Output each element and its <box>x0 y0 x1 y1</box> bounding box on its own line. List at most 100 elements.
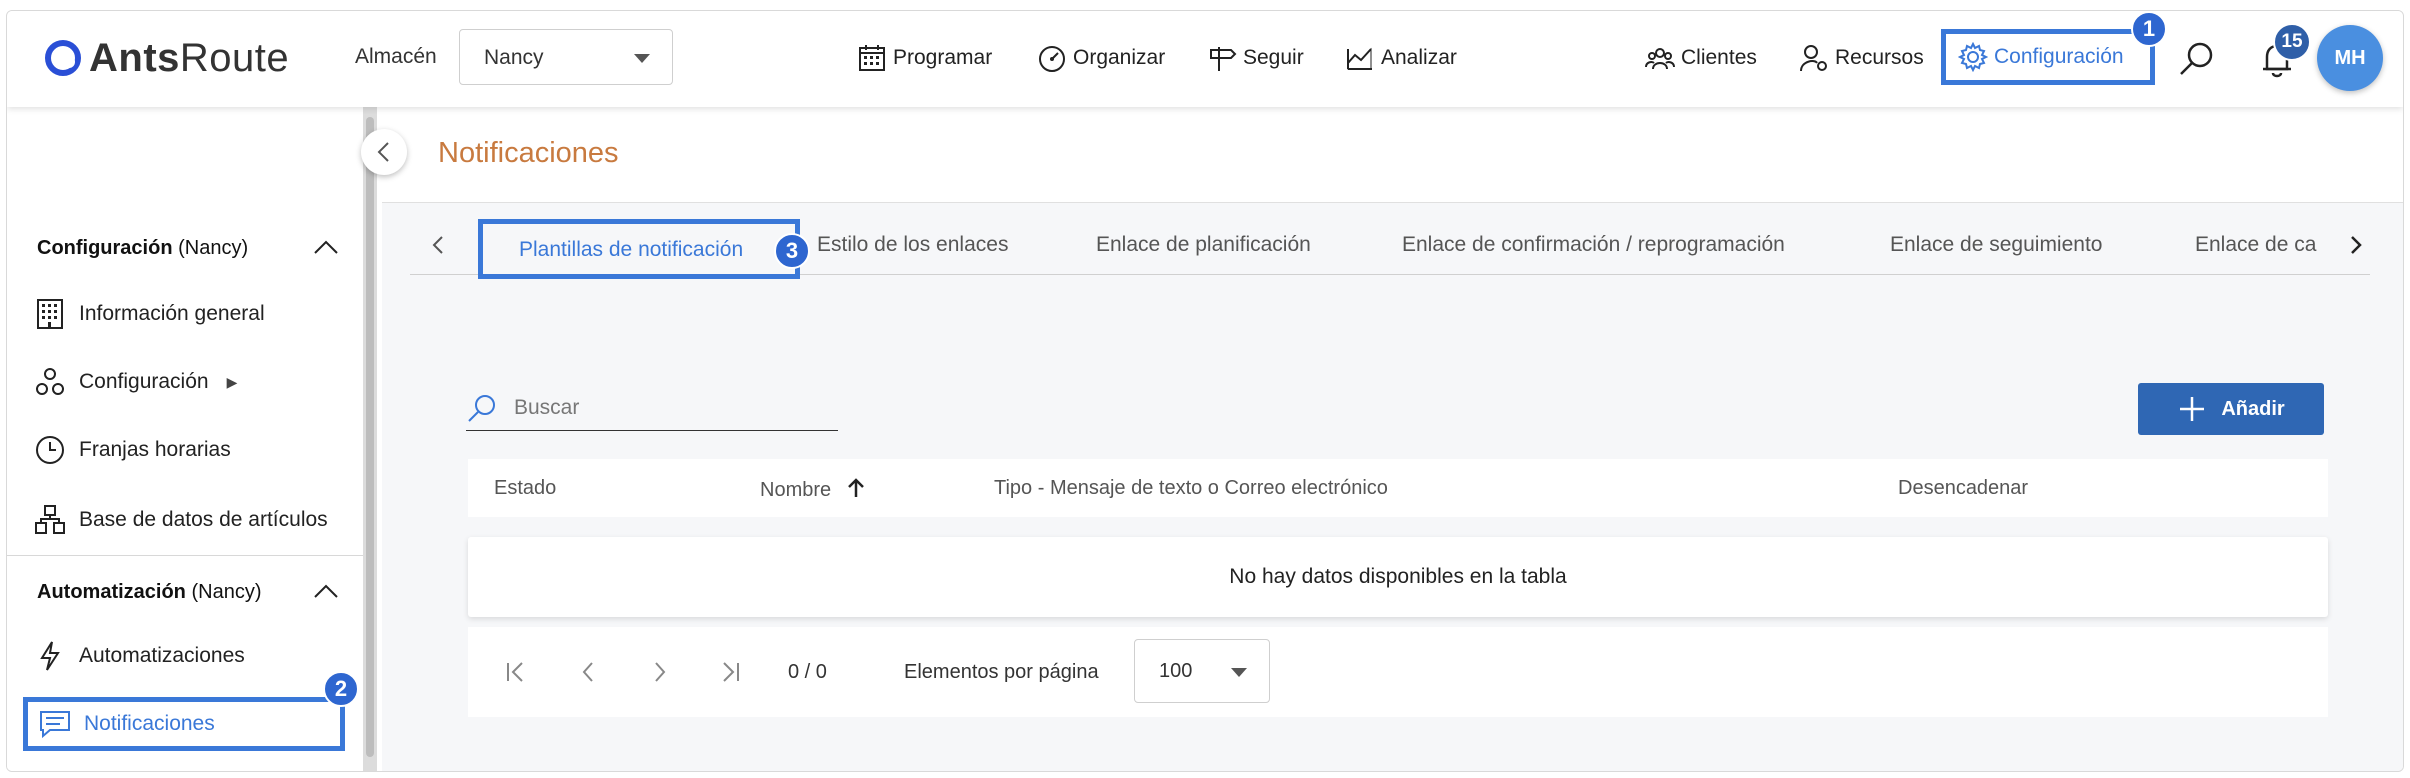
section-title: Automatización <box>37 581 186 603</box>
column-tipo[interactable]: Tipo - Mensaje de texto o Correo electró… <box>994 477 1388 500</box>
lightning-icon <box>40 641 60 671</box>
search-placeholder: Buscar <box>514 395 580 419</box>
nav-label: Analizar <box>1381 46 1457 69</box>
step-marker-2: 2 <box>323 671 359 707</box>
nav-clientes[interactable]: Clientes <box>1645 33 1757 83</box>
boxes-icon <box>35 505 65 534</box>
nav-label: Recursos <box>1835 46 1924 69</box>
plus-icon <box>2180 397 2205 421</box>
sidebar-item-notificaciones[interactable]: Notificaciones <box>23 697 345 751</box>
table-header: Estado Nombre Tipo - Mensaje de texto o … <box>468 459 2328 517</box>
nav-analizar[interactable]: Analizar <box>1345 33 1457 83</box>
sidebar-item-automatizaciones[interactable]: Automatizaciones <box>33 633 245 679</box>
search-icon[interactable] <box>2175 37 2219 81</box>
section-title: Configuración <box>37 237 173 259</box>
gear-icon <box>1958 42 1988 72</box>
configuracion-label: Configuración <box>1994 45 2124 68</box>
caret-down-icon <box>634 54 650 63</box>
logo-text: AntsRoute <box>89 35 290 80</box>
sidebar-item-label: Franjas horarias <box>79 438 231 461</box>
nav-label: Organizar <box>1073 46 1166 69</box>
per-page-label: Elementos por página <box>904 661 1099 683</box>
sidebar-item-label: Base de datos de artículos <box>79 508 328 531</box>
add-button[interactable]: Añadir <box>2138 383 2324 435</box>
column-nombre[interactable]: Nombre <box>760 477 867 502</box>
search-icon <box>468 394 495 422</box>
next-page-icon[interactable] <box>644 657 674 687</box>
nav-organizar[interactable]: Organizar <box>1037 33 1165 83</box>
resource-icon <box>1800 45 1827 72</box>
column-estado[interactable]: Estado <box>494 477 556 500</box>
tab-plantillas[interactable]: Plantillas de notificación <box>478 219 800 279</box>
building-icon <box>37 299 63 329</box>
main-content: Notificaciones Plantillas de notificació… <box>382 107 2403 771</box>
notification-count-badge: 15 <box>2273 23 2311 61</box>
per-page-select[interactable]: 100 <box>1134 639 1270 703</box>
sidebar-divider <box>7 555 363 556</box>
title-bar: Notificaciones <box>382 107 2403 203</box>
nav-recursos[interactable]: Recursos <box>1799 33 1924 83</box>
pagination: 0 / 0 Elementos por página 100 <box>468 627 2328 717</box>
add-button-label: Añadir <box>2221 397 2285 420</box>
sidebar-section-configuracion[interactable]: Configuración (Nancy) <box>37 237 338 260</box>
configuracion-button[interactable]: Configuración <box>1941 29 2155 85</box>
gauge-icon <box>1039 46 1065 72</box>
sidebar-item-base-de-datos[interactable]: Base de datos de artículos <box>33 497 328 543</box>
previous-page-icon[interactable] <box>574 657 604 687</box>
scrollbar-thumb[interactable] <box>366 117 374 757</box>
signpost-icon <box>1210 47 1237 71</box>
section-scope: (Nancy) <box>178 237 249 259</box>
submenu-arrow-icon: ▶ <box>226 373 238 390</box>
sidebar-item-configuracion[interactable]: Configuración ▶ <box>33 359 237 405</box>
column-nombre-label: Nombre <box>760 479 832 501</box>
tab-scroll-left-icon[interactable] <box>424 231 452 259</box>
sidebar-item-label: Automatizaciones <box>79 644 245 667</box>
nav-label: Clientes <box>1681 46 1757 69</box>
clock-icon <box>36 436 64 464</box>
search-field[interactable]: Buscar <box>466 385 838 431</box>
nav-programar[interactable]: Programar <box>857 33 992 83</box>
chevron-left-icon <box>377 142 389 162</box>
column-desencadenar[interactable]: Desencadenar <box>1898 477 2028 500</box>
avatar[interactable]: MH <box>2317 25 2383 91</box>
step-marker-1: 1 <box>2131 11 2167 47</box>
sidebar-item-franjas-horarias[interactable]: Franjas horarias <box>33 427 231 473</box>
sidebar-item-informacion-general[interactable]: Información general <box>33 291 265 337</box>
message-icon <box>40 711 70 739</box>
sidebar-item-label: Información general <box>79 302 265 325</box>
nav-label: Programar <box>893 46 993 69</box>
last-page-icon[interactable] <box>714 657 744 687</box>
sort-ascending-icon <box>847 478 864 497</box>
tab-enlace-planificacion[interactable]: Enlace de planificación <box>1096 233 1311 257</box>
page-range: 0 / 0 <box>788 661 827 683</box>
step-marker-3: 3 <box>774 233 810 269</box>
users-icon <box>1645 48 1675 70</box>
section-scope: (Nancy) <box>191 581 262 603</box>
almacen-select[interactable]: Nancy <box>459 29 673 85</box>
sidebar-item-label: Configuración <box>79 370 209 393</box>
chevron-up-icon <box>314 584 338 598</box>
nav-seguir[interactable]: Seguir <box>1207 33 1304 83</box>
tab-bar: Plantillas de notificación Estilo de los… <box>410 219 2370 279</box>
tab-estilo-enlaces[interactable]: Estilo de los enlaces <box>817 233 1008 257</box>
logo-mark-icon <box>45 40 81 76</box>
sidebar-section-automatizacion[interactable]: Automatización (Nancy) <box>37 581 338 604</box>
gears-icon <box>36 368 64 395</box>
tab-scroll-right-icon[interactable] <box>2342 231 2370 259</box>
chart-icon <box>1347 47 1372 70</box>
almacen-label: Almacén <box>355 45 437 68</box>
calendar-icon <box>859 45 885 71</box>
collapse-sidebar-button[interactable] <box>361 129 407 175</box>
tab-enlace-confirmacion[interactable]: Enlace de confirmación / reprogramación <box>1402 233 1785 257</box>
nav-label: Seguir <box>1243 46 1304 69</box>
tab-enlace-seguimiento[interactable]: Enlace de seguimiento <box>1890 233 2102 257</box>
antsroute-logo[interactable]: AntsRoute <box>43 35 289 81</box>
app-window: AntsRoute Almacén Nancy Programar Organi… <box>6 10 2404 772</box>
sidebar-scrollbar[interactable] <box>363 107 377 771</box>
sidebar: Configuración (Nancy) Información genera… <box>7 107 363 771</box>
per-page-value: 100 <box>1159 660 1193 682</box>
tab-enlace-ca[interactable]: Enlace de ca <box>2195 233 2343 257</box>
top-header: AntsRoute Almacén Nancy Programar Organi… <box>7 11 2403 107</box>
first-page-icon[interactable] <box>502 657 532 687</box>
chevron-up-icon <box>314 240 338 254</box>
